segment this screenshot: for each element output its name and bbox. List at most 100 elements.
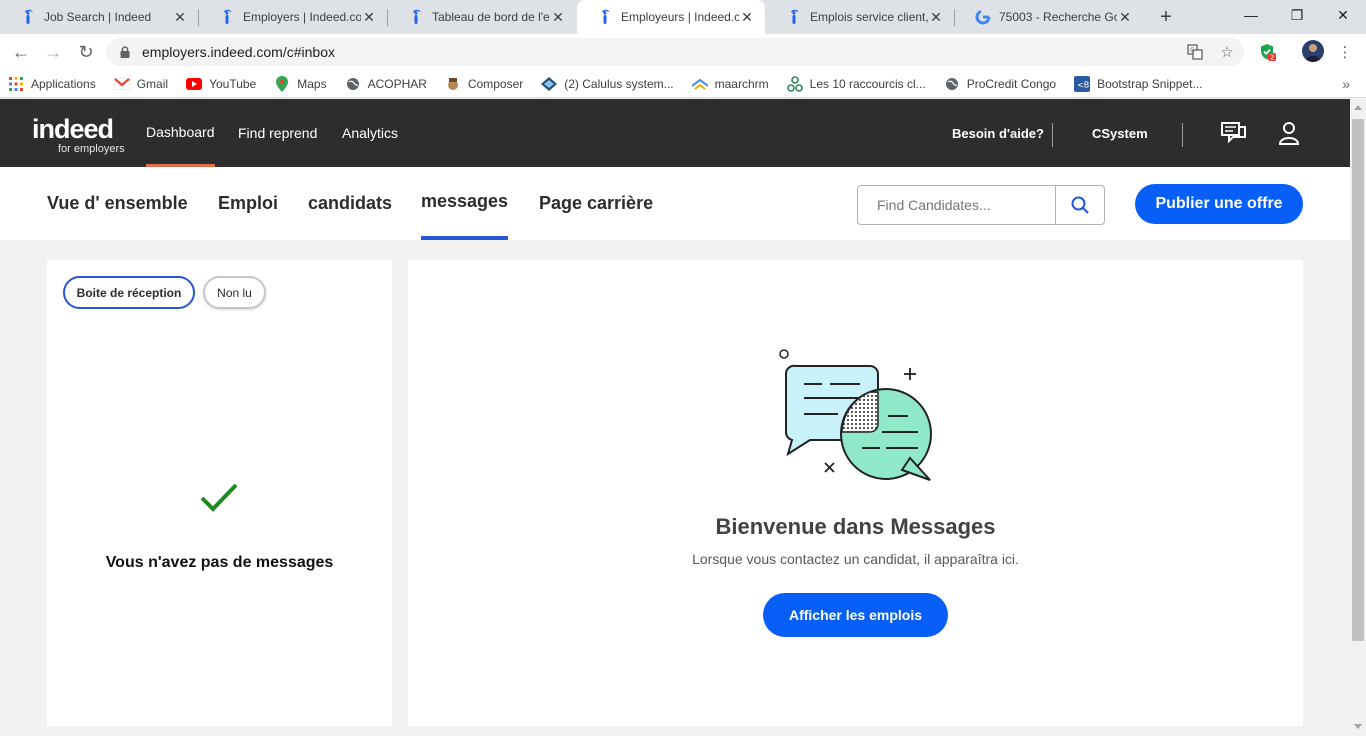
url-text: employers.indeed.com/c#inbox xyxy=(142,44,335,60)
bookmarks-bar: Applications Gmail YouTube Maps ACOPHAR … xyxy=(0,70,1366,98)
close-icon[interactable]: ✕ xyxy=(361,9,377,25)
company-name[interactable]: CSystem xyxy=(1092,99,1148,167)
browser-tab-1[interactable]: Job Search | Indeed ✕ xyxy=(0,0,198,34)
candidate-search xyxy=(857,185,1105,225)
extension-shield-icon[interactable]: 2 xyxy=(1257,42,1277,62)
bookmark-label: Les 10 raccourcis cl... xyxy=(809,76,926,91)
publish-job-button[interactable]: Publier une offre xyxy=(1135,184,1303,224)
bookmark-maps[interactable]: Maps xyxy=(274,75,327,92)
browser-tab-strip: Job Search | Indeed ✕ Employers | Indeed… xyxy=(0,0,1366,34)
nav-find-reprend[interactable]: Find reprend xyxy=(238,99,317,167)
tab-title: Job Search | Indeed xyxy=(44,10,152,24)
bookmark-star-icon[interactable]: ☆ xyxy=(1217,42,1237,62)
nav-dashboard[interactable]: Dashboard xyxy=(146,99,215,167)
filter-unread[interactable]: Non lu xyxy=(203,276,266,309)
youtube-icon xyxy=(186,76,203,92)
google-icon xyxy=(975,9,991,25)
checkmark-icon xyxy=(200,483,238,512)
bookmark-youtube[interactable]: YouTube xyxy=(186,76,256,92)
search-icon[interactable] xyxy=(1056,186,1104,224)
header-divider xyxy=(1052,123,1053,147)
svg-text:G: G xyxy=(1190,47,1195,54)
empty-inbox-text: Vous n'avez pas de messages xyxy=(105,554,334,571)
bookmark-label: Gmail xyxy=(136,76,169,91)
bookmark-maarchrm[interactable]: maarchrm xyxy=(691,76,769,92)
bookmark-label: Bootstrap Snippet... xyxy=(1097,76,1203,91)
maps-icon xyxy=(274,75,290,92)
new-tab-icon[interactable]: + xyxy=(1154,5,1178,29)
extension-badge: 2 xyxy=(1270,54,1274,62)
browser-tab-3[interactable]: Tableau de bord de l'employeur ✕ xyxy=(388,0,576,34)
employer-subnav: Vue d' ensemble Emploi candidats message… xyxy=(0,167,1350,240)
welcome-subtitle: Lorsque vous contactez un candidat, il a… xyxy=(692,551,1019,567)
logo-word: indeed xyxy=(32,114,114,144)
tab-messages[interactable]: messages xyxy=(421,167,509,240)
indeed-icon xyxy=(219,9,235,25)
show-jobs-button[interactable]: Afficher les emplois xyxy=(763,593,948,637)
scrollbar-thumb[interactable] xyxy=(1352,119,1364,641)
bookmark-gmail[interactable]: Gmail xyxy=(113,76,169,92)
window-close-icon[interactable]: ✕ xyxy=(1320,0,1366,30)
header-divider xyxy=(1182,123,1183,147)
tab-candidats[interactable]: candidats xyxy=(308,167,392,240)
browser-tab-6[interactable]: 75003 - Recherche Google ✕ xyxy=(955,0,1143,34)
calulus-icon xyxy=(541,76,558,92)
bookmark-label: Maps xyxy=(297,76,327,91)
indeed-icon xyxy=(408,9,424,25)
bookmark-bootstrap[interactable]: <B> Bootstrap Snippet... xyxy=(1074,75,1203,92)
tab-page-carriere[interactable]: Page carrière xyxy=(539,167,653,240)
tab-title: Tableau de bord de l'employeur xyxy=(432,10,550,24)
browser-tab-5[interactable]: Emplois service client, emploi ✕ xyxy=(766,0,954,34)
search-input[interactable] xyxy=(858,186,1056,224)
messages-icon[interactable] xyxy=(1221,99,1247,167)
tab-title: 75003 - Recherche Google xyxy=(999,10,1117,24)
nav-analytics[interactable]: Analytics xyxy=(342,99,398,167)
indeed-icon xyxy=(20,9,36,25)
bookmark-label: Composer xyxy=(467,76,524,91)
page-scrollbar[interactable] xyxy=(1350,99,1366,736)
shortcut-icon xyxy=(786,75,803,92)
logo-subtitle: for employers xyxy=(58,143,125,155)
tab-vue-ensemble[interactable]: Vue d' ensemble xyxy=(47,167,188,240)
forward-icon[interactable]: → xyxy=(40,39,66,65)
chevron-double-right-icon[interactable]: » xyxy=(1342,76,1350,92)
bookmark-composer[interactable]: Composer xyxy=(445,76,523,92)
reload-icon[interactable]: ↻ xyxy=(73,39,99,65)
profile-avatar[interactable] xyxy=(1302,40,1324,62)
browser-toolbar: ← → ↻ employers.indeed.com/c#inbox G ☆ 2… xyxy=(0,34,1366,70)
indeed-header: indeed for employers Dashboard Find repr… xyxy=(0,99,1350,167)
bookmark-label: (2) Calulus system... xyxy=(564,76,674,91)
globe-icon xyxy=(944,76,960,92)
conversation-list-panel: Boite de réception Non lu Vous n'avez pa… xyxy=(47,260,392,726)
back-icon[interactable]: ← xyxy=(8,39,34,65)
tab-emploi[interactable]: Emploi xyxy=(218,167,278,240)
user-account-icon[interactable] xyxy=(1278,99,1300,167)
globe-icon xyxy=(345,76,361,92)
bookmark-acophar[interactable]: ACOPHAR xyxy=(345,76,427,92)
browser-tab-4-active[interactable]: Employeurs | Indeed.com ✕ xyxy=(577,0,765,34)
close-icon[interactable]: ✕ xyxy=(1117,9,1133,25)
chat-bubbles-illustration xyxy=(779,349,932,481)
browser-tab-2[interactable]: Employers | Indeed.com ✕ xyxy=(199,0,387,34)
close-icon[interactable]: ✕ xyxy=(172,9,188,25)
translate-icon[interactable]: G xyxy=(1185,42,1205,62)
bookmark-raccourcis[interactable]: Les 10 raccourcis cl... xyxy=(786,75,926,92)
filter-inbox[interactable]: Boite de réception xyxy=(63,276,195,309)
browser-menu-icon[interactable]: ⋮ xyxy=(1335,42,1355,62)
bookmark-calulus[interactable]: (2) Calulus system... xyxy=(541,76,674,92)
bookmark-label: ACOPHAR xyxy=(367,76,427,91)
close-icon[interactable]: ✕ xyxy=(739,9,755,25)
close-icon[interactable]: ✕ xyxy=(928,9,944,25)
bookmark-label: maarchrm xyxy=(714,76,769,91)
scroll-up-icon[interactable] xyxy=(1354,105,1362,110)
restore-icon[interactable]: ❐ xyxy=(1274,0,1320,30)
indeed-logo[interactable]: indeed for employers xyxy=(32,114,132,155)
bookmark-applications[interactable]: Applications xyxy=(8,76,96,92)
address-bar[interactable]: employers.indeed.com/c#inbox xyxy=(106,38,1244,66)
gmail-icon xyxy=(113,76,130,92)
scroll-down-icon[interactable] xyxy=(1354,724,1362,729)
help-link[interactable]: Besoin d'aide? xyxy=(952,99,1044,167)
minimize-icon[interactable]: — xyxy=(1228,0,1274,30)
bookmark-procredit[interactable]: ProCredit Congo xyxy=(944,76,1056,92)
close-icon[interactable]: ✕ xyxy=(550,9,566,25)
